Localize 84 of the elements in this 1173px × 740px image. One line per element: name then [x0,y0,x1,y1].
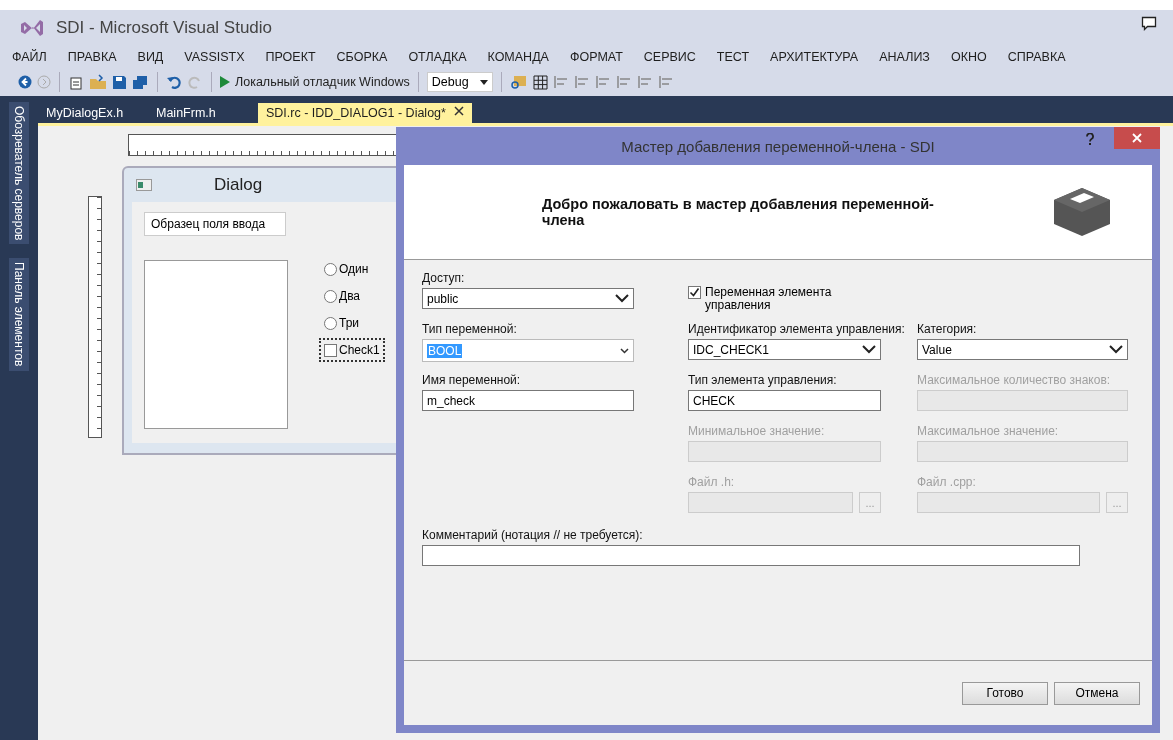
checkbox[interactable] [688,286,701,299]
document-tab[interactable]: SDI.rc - IDD_DIALOG1 - Dialog* [258,103,472,123]
field-label: Имя переменной: [422,374,522,387]
dialog-button[interactable]: Отмена [1054,681,1140,705]
save-all-icon[interactable] [132,74,149,90]
close-icon[interactable] [453,106,464,116]
text-field[interactable]: Образец поля ввода [144,212,286,236]
radio-button[interactable] [324,316,337,330]
save-icon[interactable] [112,74,127,90]
text-field[interactable]: m_check [422,390,634,411]
document-tab[interactable]: MainFrm.h [148,103,258,123]
chevron-icon [620,347,629,354]
comment-field[interactable] [422,545,1080,566]
caret-icon [479,79,488,85]
debugger-label[interactable]: Локальный отладчик Windows [235,75,410,89]
field-label: Доступ: [422,272,466,285]
radio-label: Один [339,262,369,276]
align-icon[interactable] [615,75,632,89]
window-icon [136,179,152,191]
menu-item[interactable]: СПРАВКА [1007,50,1066,64]
align-icon[interactable] [657,75,674,89]
menu-item[interactable]: КОМАНДА [487,50,549,64]
logo-icon [20,18,44,38]
chevron-icon [862,345,876,354]
align-icon[interactable] [636,75,653,89]
menu-item[interactable]: СБОРКА [336,50,388,64]
undo-icon[interactable] [166,74,182,90]
field-label: Идентификатор элемента управления: [688,323,906,336]
menu-item[interactable]: ПРОЕКТ [265,50,316,64]
radio-button[interactable] [324,262,337,276]
menu-item[interactable]: ТЕСТ [716,50,750,64]
align-icon[interactable] [594,75,611,89]
configuration-dropdown[interactable]: Debug [426,72,493,92]
menu-item[interactable]: СЕРВИС [643,50,696,64]
folder-icon[interactable] [89,74,107,90]
radio-label: Три [339,316,360,330]
checkbox-label: Check1 [339,343,380,357]
menu-item[interactable]: АРХИТЕКТУРА [770,50,859,64]
checkbox-label: Переменная элемента управления [705,286,833,312]
dropdown[interactable]: public [422,288,634,309]
menu-item[interactable]: ПРАВКА [67,50,117,64]
help-icon[interactable] [1086,133,1094,145]
field-label: Минимальное значение: [688,425,826,438]
menu-item[interactable]: ВИД [137,50,164,64]
chevron-icon [615,294,629,303]
grid-icon[interactable] [532,74,548,90]
back-icon[interactable] [18,75,32,89]
text-field[interactable]: CHECK [688,390,881,411]
dialog-button[interactable]: Готово [962,681,1048,705]
document-tab[interactable]: MyDialogEx.h [38,103,148,123]
field-label: Файл .cpp: [917,476,977,489]
dialog-title: Мастер добавления переменной-члена - SDI [621,137,935,155]
play-icon[interactable] [220,76,230,88]
field-label: Тип переменной: [422,323,518,336]
dropdown[interactable]: Value [917,339,1128,360]
field-label: Файл .h: [688,476,736,489]
close-icon [1132,133,1142,143]
menu-item[interactable]: ФОРМАТ [569,50,623,64]
field-label: Тип элемента управления: [688,374,838,387]
field-label: Категория: [917,323,978,336]
menu-item[interactable]: VASSISTX [184,50,245,64]
menu-item[interactable]: ФАЙЛ [12,50,47,64]
dialog-title: Dialog [212,175,264,195]
field-label: Максимальное количество знаков: [917,374,1112,387]
speech-bubble-icon[interactable] [1141,16,1157,32]
side-tab[interactable]: Панель элементов [9,258,29,371]
radio-button[interactable] [324,289,337,303]
menu-item[interactable]: АНАЛИЗ [879,50,930,64]
box-icon [1052,186,1112,238]
check-icon [689,287,700,298]
menu-item[interactable]: ОТЛАДКА [408,50,467,64]
field-label: Комментарий (нотация // не требуется): [422,529,644,542]
menu-item[interactable]: ОКНО [950,50,987,64]
window-title: SDI - Microsoft Visual Studio [56,18,273,38]
chevron-icon [1109,345,1123,354]
align-icon[interactable] [573,75,590,89]
list-box[interactable] [144,260,288,429]
dropdown[interactable]: IDC_CHECK1 [688,339,881,360]
side-tab[interactable]: Обозреватель серверов [9,102,29,245]
radio-label: Два [339,289,361,303]
wizard-heading: Добро пожаловать в мастер добавления переменной-члена [542,196,935,228]
checkbox[interactable] [324,343,337,357]
field-label: Максимальное значение: [917,425,1060,438]
close-button[interactable] [1114,127,1160,149]
